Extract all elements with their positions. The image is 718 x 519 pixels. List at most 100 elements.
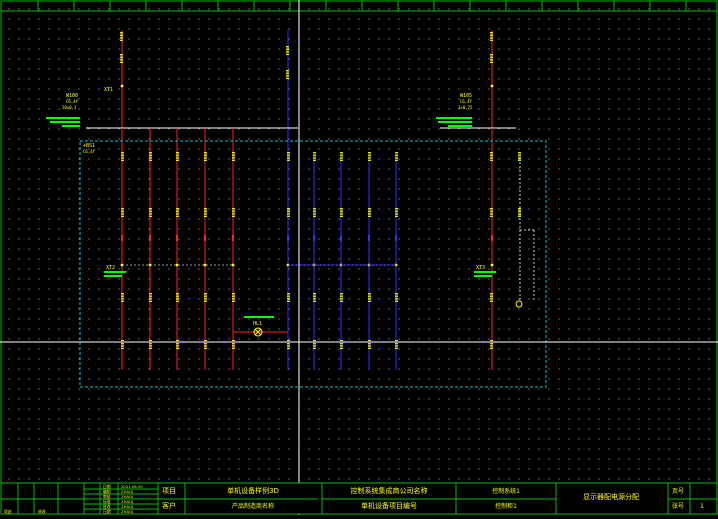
wire-number-glyph (313, 340, 316, 341)
wire-number-glyph (368, 297, 371, 299)
breaker-icon (176, 235, 178, 241)
wire-number-glyph (490, 155, 493, 157)
wire-number-glyph (340, 160, 343, 161)
wire-number-glyph (149, 212, 152, 214)
page-label: 页号 (672, 488, 684, 495)
wire-number-glyph (490, 343, 493, 345)
breaker-icon (340, 235, 342, 241)
wire-number-glyph (340, 346, 343, 348)
wire-number-glyph (204, 214, 207, 216)
breaker-icon (204, 235, 206, 241)
device-ref-text (244, 316, 274, 318)
wire-number-glyph (287, 208, 290, 209)
wire-number-glyph (490, 55, 493, 57)
wire-number-glyph (518, 216, 521, 217)
wire-number-glyph (121, 301, 124, 302)
wire-number-glyph (340, 343, 343, 345)
wire-number-glyph (232, 156, 235, 158)
wire-number-glyph (176, 299, 179, 301)
wire-number-glyph (395, 158, 398, 160)
wire-number-glyph (204, 340, 207, 341)
wire-number-glyph (149, 301, 152, 302)
wire-number-glyph (232, 294, 235, 296)
wire-number-glyph (368, 294, 371, 296)
wire-number-glyph (490, 38, 493, 40)
wire-number-glyph (313, 156, 316, 158)
wire-number-glyph (490, 33, 493, 35)
wire-number-glyph (286, 50, 289, 52)
wire-number-glyph (395, 296, 398, 298)
wire-number-glyph (490, 153, 493, 155)
wire-number-glyph (313, 297, 316, 299)
wire-number-glyph (395, 208, 398, 209)
wire-number-glyph (176, 343, 179, 345)
wire-number-glyph (120, 58, 123, 60)
wire-number-glyph (121, 340, 124, 341)
wire-number-glyph (232, 212, 235, 214)
wire-number-glyph (121, 158, 124, 160)
wire-number-glyph (204, 293, 207, 294)
wire-number-glyph (232, 346, 235, 348)
wire-number-glyph (149, 156, 152, 158)
wire-number-glyph (368, 343, 371, 345)
wire-number-glyph (287, 209, 290, 211)
wire-number-glyph (176, 340, 179, 341)
wire-number-glyph (120, 35, 123, 37)
main-breaker-1-spec1: C6,4f (66, 99, 79, 104)
wire-number-glyph (232, 216, 235, 217)
wire-number-glyph (518, 156, 521, 158)
wire-number-glyph (286, 54, 289, 55)
wire-number-glyph (490, 152, 493, 153)
wire-number-glyph (518, 208, 521, 209)
wire-number-glyph (313, 152, 316, 153)
wire-number-glyph (287, 212, 290, 214)
wire-number-glyph (518, 158, 521, 160)
wire-number-glyph (395, 152, 398, 153)
revision-cell: 修改 (38, 509, 46, 514)
wire-number-glyph (490, 158, 493, 160)
wire-number-glyph (204, 299, 207, 301)
wire-number-glyph (395, 294, 398, 296)
wire-number-glyph (313, 216, 316, 217)
sheet-value: 1 (700, 503, 704, 510)
wire-number-glyph (176, 297, 179, 299)
revision-cell: 状态 (4, 509, 12, 514)
wire-number-glyph (121, 156, 124, 158)
breaker-icon (121, 235, 123, 241)
wire-number-glyph (232, 296, 235, 298)
wire-number-glyph (121, 348, 124, 349)
wire-number-glyph (490, 344, 493, 346)
wire-number-glyph (149, 344, 152, 346)
wire-number-glyph (395, 297, 398, 299)
wire-number-glyph (395, 160, 398, 161)
wire-number-glyph (368, 152, 371, 153)
device-ref-text (448, 125, 472, 127)
schematic-canvas[interactable]: +BS1 C6,4f W100 C6,4f 20x0,3 W105 C6,4f … (0, 0, 718, 515)
wire-number-glyph (395, 212, 398, 214)
terminal-strip-2-tag: XT2 (106, 265, 115, 271)
wire-number-glyph (490, 216, 493, 217)
wire-number-glyph (313, 344, 316, 346)
wire-number-glyph (490, 301, 493, 302)
wire-number-glyph (204, 208, 207, 209)
wire-number-glyph (176, 293, 179, 294)
wire-number-glyph (232, 158, 235, 160)
wire-number-glyph (340, 212, 343, 214)
wire-number-glyph (121, 343, 124, 345)
wire-number-glyph (490, 54, 493, 55)
wire-number-glyph (368, 346, 371, 348)
wire-number-glyph (286, 46, 289, 47)
wire-number-glyph (490, 211, 493, 213)
schematic-drawing: +BS1 C6,4f W100 C6,4f 20x0,3 W105 C6,4f … (0, 0, 718, 515)
breaker-icon (149, 235, 151, 241)
enclosure-sub: C6,4f (83, 149, 96, 154)
wire-number-glyph (204, 212, 207, 214)
wire-number-glyph (121, 294, 124, 296)
wire-number-glyph (368, 160, 371, 161)
wire-number-glyph (313, 346, 316, 348)
wire-number-glyph (490, 294, 493, 296)
wire-number-glyph (395, 209, 398, 211)
device-ref-text (104, 271, 126, 273)
wire-number-glyph (490, 212, 493, 214)
wire-number-glyph (368, 293, 371, 294)
